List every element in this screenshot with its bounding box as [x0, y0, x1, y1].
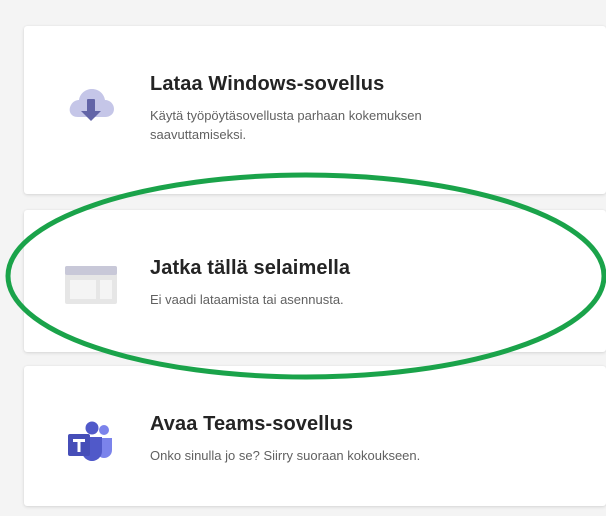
- option-description: Onko sinulla jo se? Siirry suoraan kokou…: [150, 448, 421, 463]
- option-title: Jatka tällä selaimella: [150, 257, 351, 279]
- option-description: Ei vaadi lataamista tai asennusta.: [150, 292, 344, 307]
- option-title: Avaa Teams-sovellus: [150, 413, 354, 435]
- browser-window-icon: [64, 258, 118, 312]
- option-title: Lataa Windows-sovellus: [150, 73, 385, 95]
- option-description: Käytä työpöytäsovellusta parhaan kokemuk…: [150, 108, 422, 142]
- cloud-download-icon: [64, 78, 118, 132]
- join-options-panel: Lataa Windows-sovellus Käytä työpöytäsov…: [0, 0, 606, 516]
- continue-in-browser-option[interactable]: Jatka tällä selaimella Ei vaadi lataamis…: [24, 210, 606, 352]
- download-windows-app-option[interactable]: Lataa Windows-sovellus Käytä työpöytäsov…: [24, 26, 606, 194]
- teams-logo-icon: [64, 414, 118, 468]
- open-teams-app-option[interactable]: Avaa Teams-sovellus Onko sinulla jo se? …: [24, 366, 606, 506]
